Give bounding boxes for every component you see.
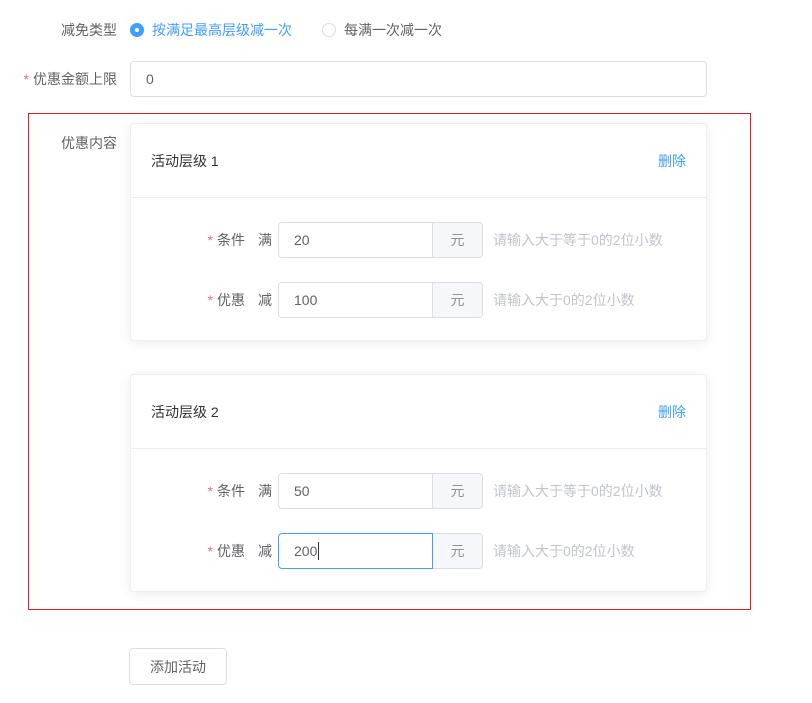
currency-unit-suffix: 元	[433, 282, 483, 318]
discount-input-group: 元	[278, 533, 483, 569]
tier-card-1-header: 活动层级 1 删除	[131, 124, 706, 198]
tier-card-1-body: *条件满 元 请输入大于等于0的2位小数 *优惠减	[131, 198, 706, 340]
required-asterisk: *	[208, 292, 213, 308]
input-hint: 请输入大于等于0的2位小数	[493, 481, 663, 501]
reduction-type-radio-group: 按满足最高层级减一次 每满一次减一次	[130, 20, 472, 40]
tier-card-1-delete-link[interactable]: 删除	[658, 151, 686, 171]
required-asterisk: *	[208, 543, 213, 559]
input-hint: 请输入大于0的2位小数	[493, 290, 635, 310]
radio-unchecked-icon	[322, 23, 336, 37]
tier-card-2-body: *条件满 元 请输入大于等于0的2位小数 *优惠减	[131, 449, 706, 591]
discount-content-section: 优惠内容 活动层级 1 删除 *条件满 元	[28, 113, 751, 610]
condition-row: *条件满 元 请输入大于等于0的2位小数	[151, 222, 686, 258]
input-hint: 请输入大于等于0的2位小数	[493, 230, 663, 250]
max-discount-input[interactable]	[130, 61, 707, 97]
tier-card-2-title: 活动层级 2	[151, 402, 219, 422]
discount-label: *优惠减	[151, 290, 272, 310]
promotion-form: 减免类型 按满足最高层级减一次 每满一次减一次 *优惠金额上限 优惠内容 活动层…	[0, 0, 812, 685]
required-asterisk: *	[24, 71, 29, 87]
tier-card-1-title: 活动层级 1	[151, 151, 219, 171]
radio-option-highest-tier[interactable]: 按满足最高层级减一次	[130, 20, 292, 40]
currency-unit-suffix: 元	[433, 222, 483, 258]
condition-row: *条件满 元 请输入大于等于0的2位小数	[151, 473, 686, 509]
discount-row: *优惠减 元 请输入大于0的2位小数	[151, 282, 686, 318]
condition-label-text: 条件	[217, 232, 245, 248]
condition-input-group: 元	[278, 473, 483, 509]
radio-dot	[135, 28, 139, 32]
condition-prefix: 满	[258, 232, 272, 248]
discount-row: *优惠减 元 请输入大于0的2位小数	[151, 533, 686, 569]
condition-input-wrap	[278, 222, 433, 258]
required-asterisk: *	[208, 232, 213, 248]
reduction-type-row: 减免类型 按满足最高层级减一次 每满一次减一次	[0, 20, 812, 40]
tier-card-2: 活动层级 2 删除 *条件满 元 请输入大于等于0的2位小数	[130, 374, 707, 592]
tier2-condition-input[interactable]	[278, 473, 433, 509]
tier1-condition-input[interactable]	[278, 222, 433, 258]
discount-label-text: 优惠	[217, 292, 245, 308]
currency-unit-suffix: 元	[433, 473, 483, 509]
discount-prefix: 减	[258, 543, 272, 559]
max-discount-row: *优惠金额上限	[0, 61, 812, 97]
input-hint: 请输入大于0的2位小数	[493, 541, 635, 561]
discount-label-text: 优惠	[217, 543, 245, 559]
tier-card-2-delete-link[interactable]: 删除	[658, 402, 686, 422]
radio-checked-icon	[130, 23, 144, 37]
discount-input-group: 元	[278, 282, 483, 318]
radio-option-label: 按满足最高层级减一次	[152, 20, 292, 40]
max-discount-label: *优惠金额上限	[0, 69, 117, 89]
condition-label: *条件满	[151, 481, 272, 501]
required-asterisk: *	[208, 483, 213, 499]
max-discount-label-text: 优惠金额上限	[33, 71, 117, 87]
condition-label-text: 条件	[217, 483, 245, 499]
radio-option-label: 每满一次减一次	[344, 20, 442, 40]
text-cursor	[318, 542, 319, 560]
discount-input-wrap	[278, 282, 433, 318]
reduction-type-label: 减免类型	[0, 20, 117, 40]
radio-option-every-time[interactable]: 每满一次减一次	[322, 20, 442, 40]
condition-label: *条件满	[151, 230, 272, 250]
tier-card-1: 活动层级 1 删除 *条件满 元 请输入大于等于0的2位小数	[130, 123, 707, 341]
condition-input-group: 元	[278, 222, 483, 258]
condition-prefix: 满	[258, 483, 272, 499]
discount-content-label: 优惠内容	[29, 123, 117, 592]
discount-input-wrap	[278, 533, 433, 569]
tier-card-2-header: 活动层级 2 删除	[131, 375, 706, 449]
currency-unit-suffix: 元	[433, 533, 483, 569]
tier1-discount-input[interactable]	[278, 282, 433, 318]
discount-label: *优惠减	[151, 541, 272, 561]
tier2-discount-input-focused[interactable]	[278, 533, 433, 569]
add-activity-button[interactable]: 添加活动	[129, 648, 227, 685]
tier-cards: 活动层级 1 删除 *条件满 元 请输入大于等于0的2位小数	[130, 123, 707, 592]
condition-input-wrap	[278, 473, 433, 509]
discount-prefix: 减	[258, 292, 272, 308]
